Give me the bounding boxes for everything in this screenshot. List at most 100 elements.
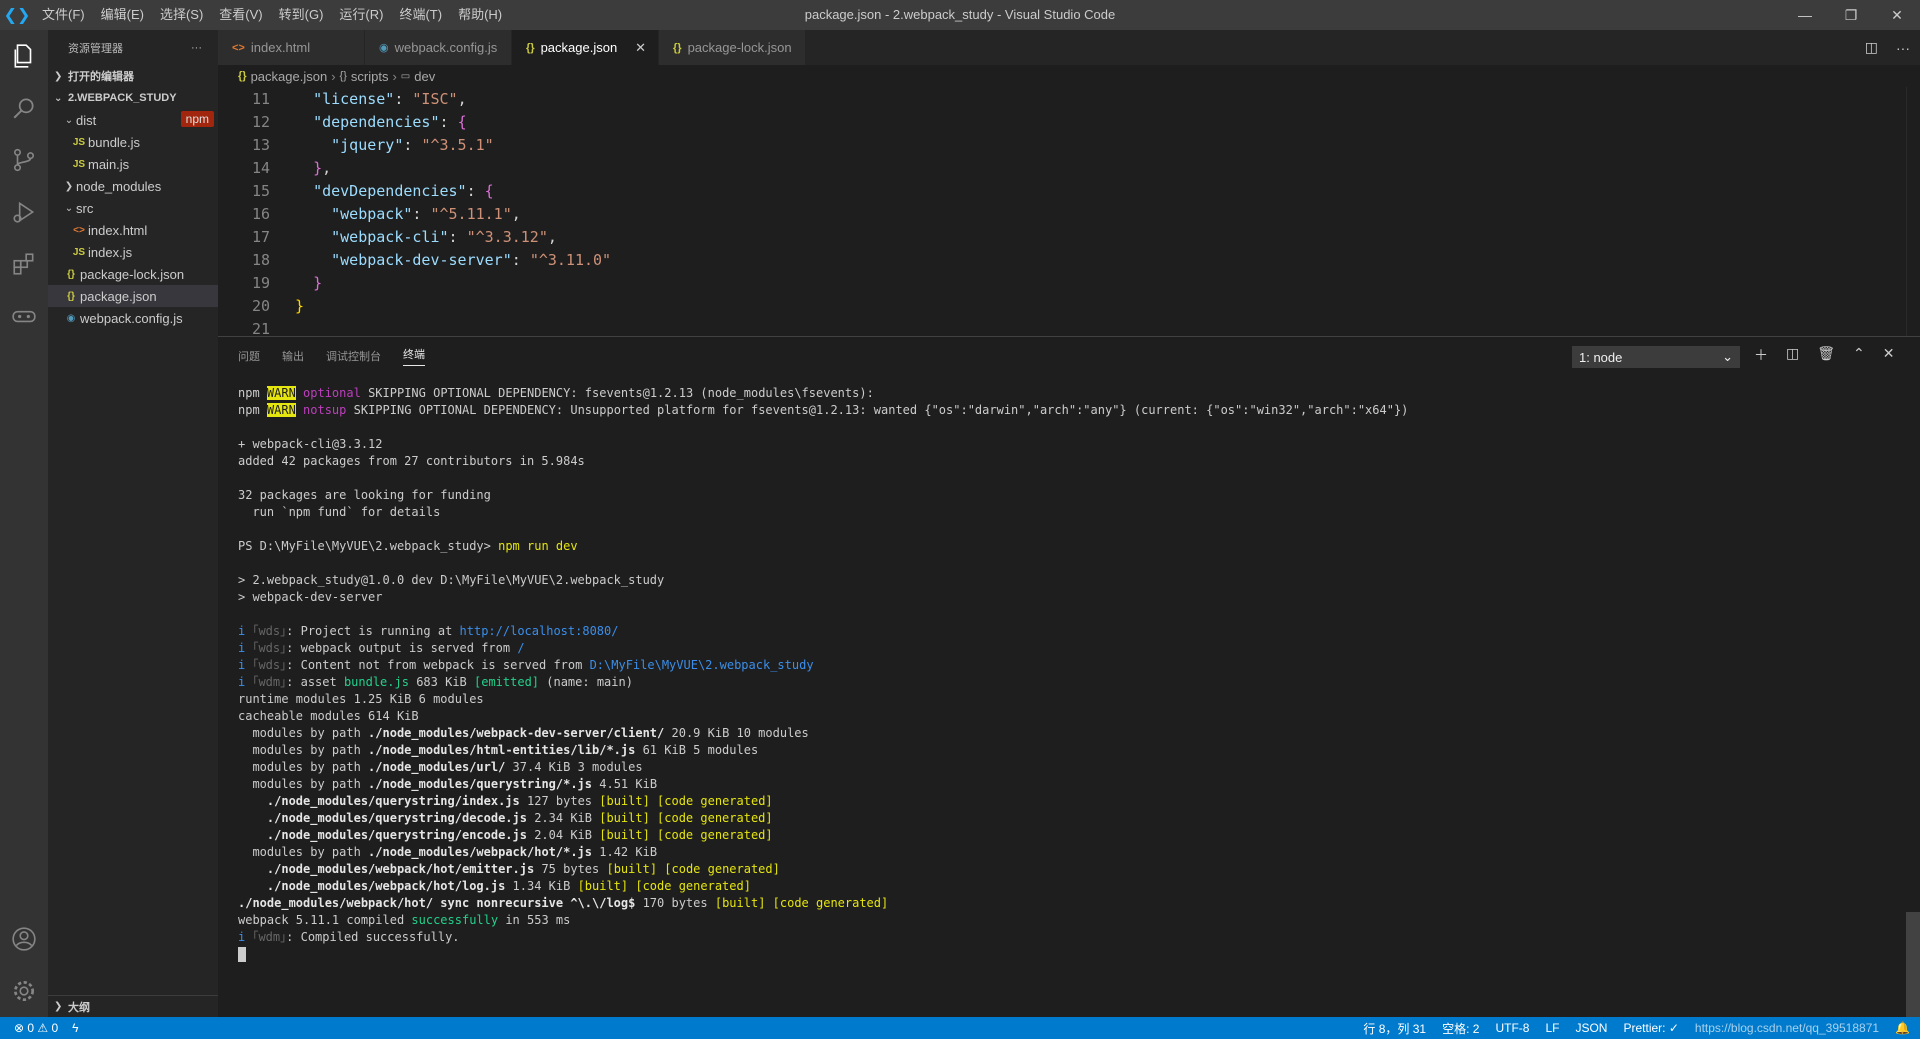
restore-icon[interactable]: ❐ (1828, 0, 1874, 30)
outline-section[interactable]: ❯ 大纲 (48, 995, 218, 1017)
code-text: "dependencies": { (313, 112, 467, 131)
scrollbar-thumb[interactable] (1906, 912, 1920, 1017)
breadcrumb-dev[interactable]: dev (414, 69, 435, 84)
tab-package-json[interactable]: {} package.json ✕ (512, 30, 659, 65)
maximize-panel-icon[interactable]: ⌃ (1853, 345, 1865, 365)
tab-terminal[interactable]: 终端 (403, 346, 425, 366)
menu-selection[interactable]: 选择(S) (152, 0, 211, 30)
terminal-select[interactable]: 1: node ⌄ (1572, 346, 1740, 368)
more-actions-icon[interactable]: ··· (1896, 40, 1910, 56)
watermark: https://blog.csdn.net/qq_39518871 (1694, 1021, 1880, 1035)
project-section[interactable]: ⌄ 2.WEBPACK_STUDY (48, 87, 218, 109)
terminal-line: modules by path ./node_modules/webpack-d… (238, 726, 809, 740)
lightning-icon[interactable]: ϟ (72, 1021, 78, 1035)
json-file-icon: {} (673, 41, 682, 54)
settings-gear-icon[interactable] (0, 965, 48, 1017)
tab-debug-console[interactable]: 调试控制台 (326, 348, 381, 364)
tab-output[interactable]: 输出 (282, 348, 304, 364)
webpack-file-icon: ◉ (379, 42, 389, 54)
menu-go[interactable]: 转到(G) (271, 0, 332, 30)
breadcrumb-file[interactable]: package.json (251, 69, 328, 84)
terminal-line: runtime modules 1.25 KiB 6 modules (238, 692, 484, 706)
editor-tabs: <> index.html ◉ webpack.config.js {} pac… (218, 30, 1920, 65)
tree-item-label: dist (76, 112, 97, 128)
tree-file-webpack-config-js[interactable]: ◉ webpack.config.js (48, 307, 218, 329)
encoding[interactable]: UTF-8 (1495, 1021, 1529, 1035)
extensions-icon[interactable] (0, 238, 48, 290)
explorer-icon[interactable] (0, 30, 48, 82)
more-actions-icon[interactable]: ··· (191, 42, 202, 54)
terminal-line: ./node_modules/querystring/decode.js 2.3… (238, 811, 773, 825)
terminal-select-value: 1: node (1579, 349, 1623, 365)
new-terminal-icon[interactable]: ＋ (1754, 345, 1768, 365)
accounts-icon[interactable] (0, 913, 48, 965)
tree-folder-node-modules[interactable]: ❯ node_modules (48, 175, 218, 197)
terminal-line: npm WARN optional SKIPPING OPTIONAL DEPE… (238, 386, 874, 400)
notifications-bell-icon[interactable]: 🔔 (1895, 1021, 1910, 1035)
open-editors-section[interactable]: ❯ 打开的编辑器 (48, 65, 218, 87)
close-panel-icon[interactable]: ✕ (1883, 345, 1895, 365)
search-icon[interactable] (0, 82, 48, 134)
end-of-line[interactable]: LF (1545, 1021, 1559, 1035)
line-number: 15 (251, 181, 270, 200)
html-file-icon: <> (232, 41, 245, 54)
chevron-right-icon: ❯ (64, 180, 74, 192)
terminal-line: ./node_modules/webpack/hot/log.js 1.34 K… (238, 879, 751, 893)
panel-actions: ＋ ◫ 🗑 ⌃ ✕ (1754, 345, 1894, 365)
tree-file-bundle-js[interactable]: JS bundle.js (48, 131, 218, 153)
menu-terminal[interactable]: 终端(T) (391, 0, 450, 30)
editor-scrollbar[interactable] (1906, 87, 1920, 336)
terminal-scrollbar[interactable] (1906, 337, 1920, 1018)
language-mode[interactable]: JSON (1575, 1021, 1607, 1035)
indentation[interactable]: 空格: 2 (1442, 1020, 1479, 1037)
tree-file-main-js[interactable]: JS main.js (48, 153, 218, 175)
tree-item-label: webpack.config.js (80, 310, 183, 326)
problems-count[interactable]: ⊗ 0 ⚠ 0 (14, 1021, 58, 1035)
tree-file-package-lock-json[interactable]: {} package-lock.json (48, 263, 218, 285)
menu-edit[interactable]: 编辑(E) (93, 0, 152, 30)
prettier-status[interactable]: Prettier: ✓ (1623, 1021, 1678, 1035)
terminal-line: modules by path ./node_modules/url/ 37.4… (238, 760, 643, 774)
tree-item-label: bundle.js (88, 134, 141, 150)
remote-gamepad-icon[interactable] (0, 290, 48, 342)
menu-view[interactable]: 查看(V) (211, 0, 270, 30)
tree-file-index-html[interactable]: <> index.html (48, 219, 218, 241)
line-number: 20 (251, 296, 270, 315)
source-control-icon[interactable] (0, 134, 48, 186)
breadcrumb-separator-icon: › (392, 68, 397, 84)
tree-file-package-json[interactable]: {} package.json (48, 285, 218, 307)
split-editor-icon[interactable]: ◫ (1865, 39, 1878, 56)
code-line: 21 (218, 317, 1920, 337)
chevron-down-icon: ⌄ (1722, 349, 1733, 364)
vscode-logo-icon: ❮❯ (3, 7, 31, 24)
breadcrumb-scripts[interactable]: scripts (351, 69, 389, 84)
split-terminal-icon[interactable]: ◫ (1786, 345, 1799, 365)
terminal-cursor (238, 947, 246, 962)
terminal-line: cacheable modules 614 KiB (238, 709, 419, 723)
terminal-line: ./node_modules/webpack/hot/emitter.js 75… (238, 862, 780, 876)
run-debug-icon[interactable] (0, 186, 48, 238)
menu-run[interactable]: 运行(R) (331, 0, 391, 30)
code-text: "webpack-cli": "^3.3.12", (331, 227, 557, 246)
close-window-icon[interactable]: ✕ (1874, 0, 1920, 30)
menu-file[interactable]: 文件(F) (34, 0, 93, 30)
tree-folder-dist[interactable]: ⌄ dist npm (48, 109, 218, 131)
tab-webpack-config-js[interactable]: ◉ webpack.config.js (365, 30, 512, 65)
minimize-icon[interactable]: — (1782, 0, 1828, 30)
tree-file-index-js[interactable]: JS index.js (48, 241, 218, 263)
line-number: 17 (251, 227, 270, 246)
code-line: 16 "webpack": "^5.11.1", (218, 202, 1920, 225)
code-editor[interactable]: 11 "license": "ISC", 12 "dependencies": … (218, 87, 1920, 336)
terminal-line: run `npm fund` for details (238, 505, 441, 519)
tab-index-html[interactable]: <> index.html (218, 30, 365, 65)
trash-icon[interactable]: 🗑 (1817, 345, 1835, 365)
close-tab-icon[interactable]: ✕ (635, 40, 646, 56)
cursor-position[interactable]: 行 8，列 31 (1363, 1020, 1426, 1037)
tree-folder-src[interactable]: ⌄ src (48, 197, 218, 219)
npm-badge: npm (180, 111, 214, 127)
terminal-output[interactable]: npm WARN optional SKIPPING OPTIONAL DEPE… (238, 385, 1858, 963)
menu-help[interactable]: 帮助(H) (450, 0, 510, 30)
tab-package-lock-json[interactable]: {} package-lock.json (659, 30, 806, 65)
tab-problems[interactable]: 问题 (238, 348, 260, 364)
